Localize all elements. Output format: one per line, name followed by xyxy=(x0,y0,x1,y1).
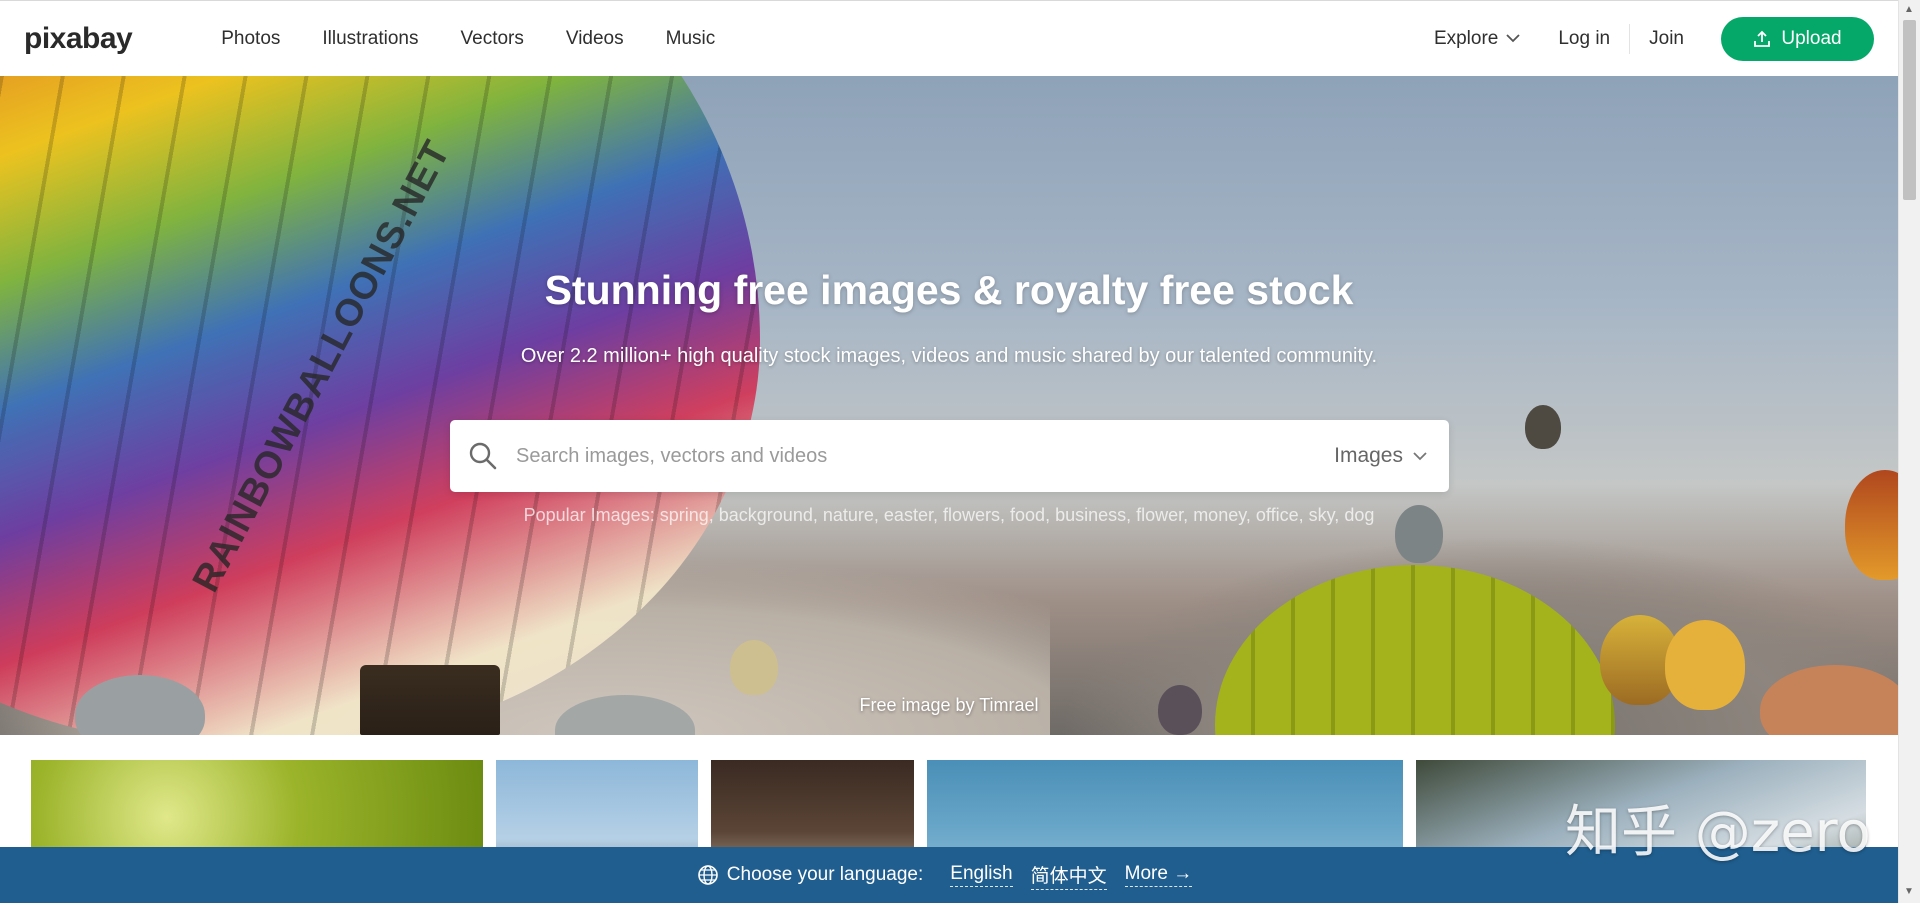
pixabay-logo[interactable]: pixabay xyxy=(24,22,133,56)
search-bar: Images xyxy=(450,420,1449,492)
page-scrollbar[interactable]: ▲ ▼ xyxy=(1898,0,1920,903)
nav-vectors[interactable]: Vectors xyxy=(440,28,545,50)
small-balloon xyxy=(1525,405,1561,449)
popular-tag[interactable]: background xyxy=(719,505,813,525)
scroll-up-icon[interactable]: ▲ xyxy=(1904,4,1914,15)
search-type-label: Images xyxy=(1334,444,1403,467)
popular-tag[interactable]: sky xyxy=(1309,505,1335,525)
search-type-dropdown[interactable]: Images xyxy=(1334,444,1427,468)
globe-icon xyxy=(697,865,718,885)
search-icon[interactable] xyxy=(468,441,498,471)
explore-menu[interactable]: Explore xyxy=(1415,28,1539,50)
language-more-link[interactable]: More → xyxy=(1124,863,1193,887)
popular-tags: Popular Images: spring, background, natu… xyxy=(523,505,1375,525)
chevron-down-icon xyxy=(1506,34,1520,43)
credit-author-link[interactable]: Timrael xyxy=(979,695,1038,715)
popular-tag[interactable]: easter xyxy=(884,505,933,525)
popular-tag[interactable]: food xyxy=(1010,505,1045,525)
popular-tag[interactable]: flower xyxy=(1136,505,1183,525)
search-input[interactable] xyxy=(514,443,1335,469)
language-option-chinese[interactable]: 简体中文 xyxy=(1030,861,1107,890)
popular-tag[interactable]: business xyxy=(1055,505,1126,525)
popular-tag[interactable]: nature xyxy=(823,505,874,525)
popular-tag[interactable]: spring xyxy=(660,505,709,525)
chevron-down-icon xyxy=(1413,451,1427,460)
scrollbar-thumb[interactable] xyxy=(1903,20,1916,200)
scroll-down-icon[interactable]: ▼ xyxy=(1904,886,1914,897)
account-nav: Explore Log in Join Upload xyxy=(1415,16,1874,61)
login-link[interactable]: Log in xyxy=(1539,28,1629,50)
upload-button[interactable]: Upload xyxy=(1721,16,1874,61)
popular-tag[interactable]: flowers xyxy=(943,505,1000,525)
media-type-nav: Photos Illustrations Vectors Videos Musi… xyxy=(200,28,736,50)
nav-photos[interactable]: Photos xyxy=(200,28,301,50)
upload-icon xyxy=(1754,30,1771,47)
hero-title: Stunning free images & royalty free stoc… xyxy=(544,267,1354,313)
explore-label: Explore xyxy=(1433,27,1499,49)
watermark-text: 知乎 @zero xyxy=(1565,800,1871,865)
nav-music[interactable]: Music xyxy=(645,28,737,50)
nav-illustrations[interactable]: Illustrations xyxy=(301,28,439,50)
popular-tag[interactable]: office xyxy=(1256,505,1299,525)
small-balloon xyxy=(730,640,778,695)
hero-banner: RAINBOWBALLOONS.NET Stunning free images… xyxy=(0,75,1898,735)
popular-tag[interactable]: money xyxy=(1193,505,1246,525)
language-option-english[interactable]: English xyxy=(950,863,1013,887)
hero-subtitle: Over 2.2 million+ high quality stock ima… xyxy=(520,345,1378,367)
top-navigation: pixabay Photos Illustrations Vectors Vid… xyxy=(0,0,1898,76)
credit-prefix: Free image by xyxy=(859,695,975,715)
join-link[interactable]: Join xyxy=(1630,28,1703,50)
nav-videos[interactable]: Videos xyxy=(545,28,645,50)
image-credit: Free image by Timrael xyxy=(0,695,1898,716)
popular-tag[interactable]: dog xyxy=(1344,505,1374,525)
popular-label: Popular Images: xyxy=(523,505,655,525)
upload-label: Upload xyxy=(1781,27,1842,49)
language-label: Choose your language: xyxy=(726,864,924,885)
